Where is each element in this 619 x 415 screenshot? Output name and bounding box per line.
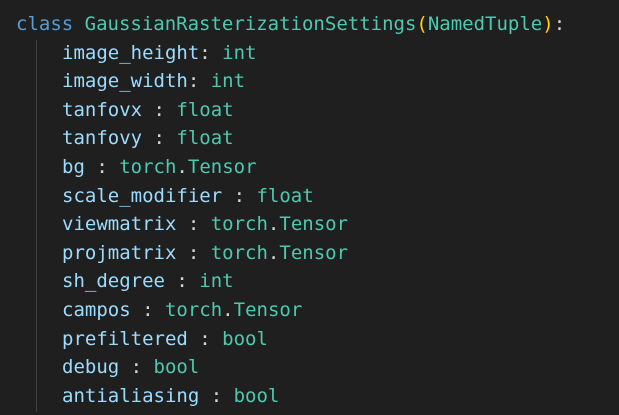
field-name: prefiltered bbox=[62, 327, 188, 350]
field-name: antialiasing bbox=[62, 384, 200, 407]
field-separator: : bbox=[222, 184, 257, 207]
field-name: tanfovx bbox=[62, 98, 143, 121]
class-name: GaussianRasterizationSettings bbox=[84, 13, 417, 35]
field-line: image_height: int bbox=[16, 39, 619, 68]
field-separator: : bbox=[187, 327, 223, 350]
field-list: image_height: int image_width: int tanfovx… bbox=[16, 39, 619, 411]
field-separator: : bbox=[142, 98, 177, 121]
field-separator: : bbox=[176, 213, 211, 236]
field-separator: : bbox=[176, 241, 211, 264]
field-name: campos bbox=[62, 298, 131, 321]
field-type: bool bbox=[233, 384, 280, 407]
field-separator: : bbox=[199, 384, 234, 407]
field-type: Tensor bbox=[279, 241, 349, 264]
field-line: debug : bool bbox=[16, 353, 619, 382]
field-separator: : bbox=[164, 270, 200, 293]
base-class-name: NamedTuple bbox=[427, 13, 543, 35]
field-separator: : bbox=[187, 70, 211, 93]
class-colon: : bbox=[553, 13, 566, 35]
field-separator: : bbox=[130, 298, 165, 321]
field-line: tanfovx : float bbox=[16, 96, 619, 125]
field-line: bg : torch.Tensor bbox=[16, 153, 619, 182]
class-keyword: class bbox=[16, 13, 74, 35]
field-separator: : bbox=[84, 155, 120, 178]
field-line: antialiasing : bool bbox=[16, 382, 619, 411]
field-type: Tensor bbox=[187, 155, 257, 178]
close-paren: ) bbox=[542, 13, 554, 35]
field-type: int bbox=[222, 41, 257, 64]
field-type: bool bbox=[153, 356, 200, 379]
field-type-dot: . bbox=[267, 213, 280, 236]
field-type-dot: . bbox=[176, 155, 188, 178]
field-name: bg bbox=[62, 155, 85, 178]
field-type: float bbox=[256, 184, 314, 207]
field-separator: : bbox=[199, 41, 223, 64]
class-declaration-line: class GaussianRasterizationSettings(Name… bbox=[16, 10, 619, 39]
field-type: Tensor bbox=[279, 213, 349, 236]
field-type-module: torch bbox=[119, 155, 177, 178]
field-type: float bbox=[176, 98, 234, 121]
field-line: image_width: int bbox=[16, 67, 619, 96]
field-type: int bbox=[199, 270, 234, 293]
field-line: tanfovy : float bbox=[16, 124, 619, 153]
field-name: image_width bbox=[62, 70, 188, 93]
field-type-dot: . bbox=[267, 241, 280, 264]
code-block: class GaussianRasterizationSettings(Name… bbox=[16, 10, 619, 410]
field-line: campos : torch.Tensor bbox=[16, 296, 619, 325]
field-type-module: torch bbox=[210, 213, 268, 236]
field-name: viewmatrix bbox=[62, 213, 177, 236]
field-name: debug bbox=[62, 356, 120, 379]
field-type: int bbox=[210, 70, 246, 93]
field-type: float bbox=[176, 127, 234, 150]
open-paren: ( bbox=[416, 13, 428, 35]
field-line: sh_degree : int bbox=[16, 267, 619, 296]
field-type-module: torch bbox=[210, 241, 268, 264]
field-line: prefiltered : bool bbox=[16, 325, 619, 354]
field-name: image_height bbox=[62, 41, 200, 64]
field-name: sh_degree bbox=[62, 270, 165, 293]
field-type: Tensor bbox=[233, 298, 303, 321]
field-name: projmatrix bbox=[62, 241, 177, 264]
field-type: bool bbox=[222, 327, 268, 350]
code-editor[interactable]: class GaussianRasterizationSettings(Name… bbox=[0, 0, 619, 415]
field-separator: : bbox=[119, 356, 154, 379]
field-name: tanfovy bbox=[62, 127, 143, 150]
field-line: projmatrix : torch.Tensor bbox=[16, 239, 619, 268]
field-name: scale_modifier bbox=[62, 184, 223, 207]
field-line: viewmatrix : torch.Tensor bbox=[16, 210, 619, 239]
field-type-dot: . bbox=[222, 298, 234, 321]
field-line: scale_modifier : float bbox=[16, 182, 619, 211]
field-type-module: torch bbox=[164, 298, 223, 321]
field-separator: : bbox=[142, 127, 177, 150]
